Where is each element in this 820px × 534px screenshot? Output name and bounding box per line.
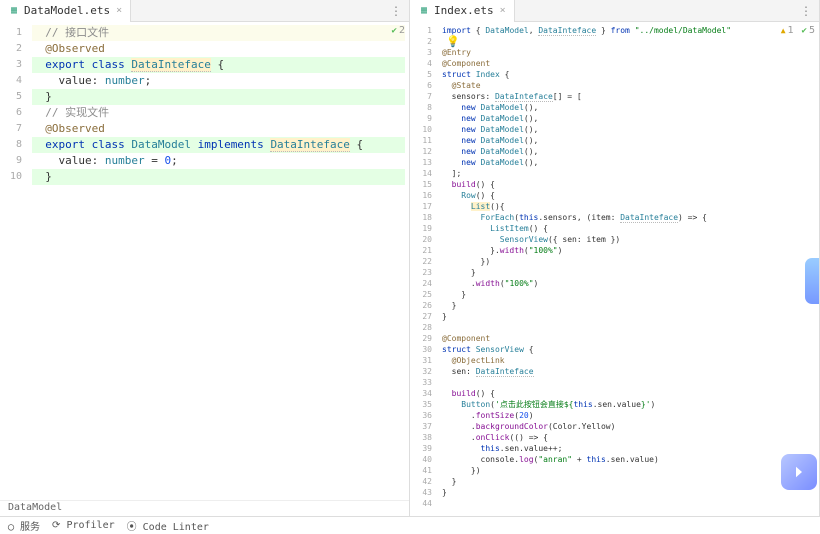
left-editor-pane: ▦ DataModel.ets × ⋮ 2 12345678910 // 接口文… <box>0 0 410 516</box>
left-gutter: 12345678910 <box>0 22 28 500</box>
right-code[interactable]: import { DataModel, DataInteface } from … <box>438 22 819 516</box>
left-editor[interactable]: 2 12345678910 // 接口文件 @Observed export c… <box>0 22 409 500</box>
assistant-icon[interactable] <box>781 454 817 490</box>
tab-filename: Index.ets <box>434 4 494 17</box>
status-services[interactable]: ◯ 服务 <box>8 518 40 533</box>
close-icon[interactable]: × <box>500 5 506 16</box>
ets-file-icon: ▦ <box>8 5 20 17</box>
tab-index[interactable]: ▦ Index.ets × <box>410 0 515 22</box>
close-icon[interactable]: × <box>116 5 122 16</box>
right-tabbar: ▦ Index.ets × ⋮ <box>410 0 819 22</box>
statusbar: ◯ 服务 ⟳ Profiler ⦿ Code Linter <box>0 516 820 534</box>
tab-overflow-icon[interactable]: ⋮ <box>384 4 409 18</box>
right-annotations[interactable]: 15 <box>781 25 815 36</box>
left-tabbar: ▦ DataModel.ets × ⋮ <box>0 0 409 22</box>
tab-filename: DataModel.ets <box>24 4 110 17</box>
breadcrumb[interactable]: DataModel <box>0 500 409 516</box>
ets-file-icon: ▦ <box>418 5 430 17</box>
right-editor[interactable]: 15 1234567891011121314151617181920212223… <box>410 22 819 516</box>
side-panel-handle[interactable] <box>805 258 819 304</box>
left-code[interactable]: // 接口文件 @Observed export class DataIntef… <box>28 22 409 500</box>
status-linter[interactable]: ⦿ Code Linter <box>127 518 209 533</box>
tab-overflow-icon[interactable]: ⋮ <box>794 4 819 18</box>
right-editor-pane: ▦ Index.ets × ⋮ 15 123456789101112131415… <box>410 0 820 516</box>
status-profiler[interactable]: ⟳ Profiler <box>52 520 115 531</box>
tab-datamodel[interactable]: ▦ DataModel.ets × <box>0 0 131 22</box>
left-annotations[interactable]: 2 <box>392 25 405 36</box>
right-gutter: 1234567891011121314151617181920212223242… <box>410 22 438 516</box>
